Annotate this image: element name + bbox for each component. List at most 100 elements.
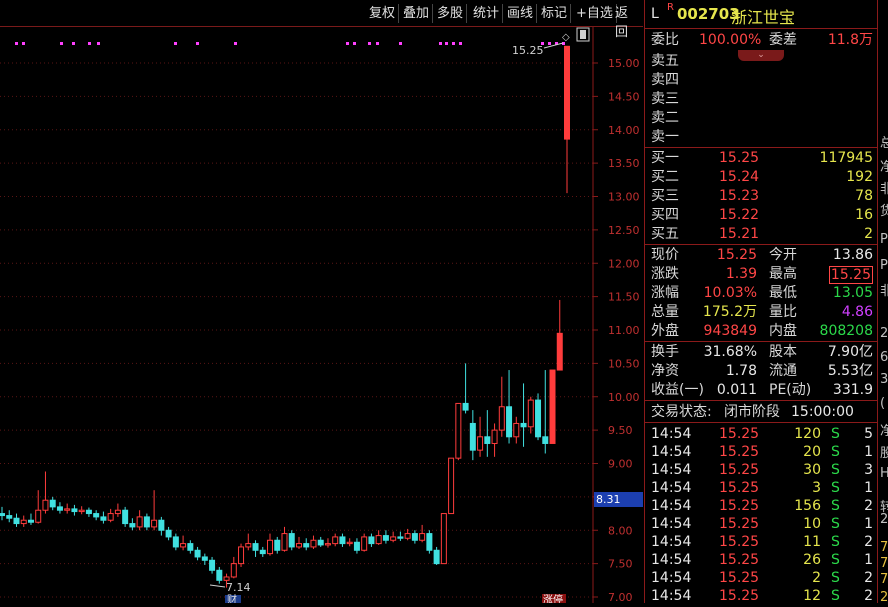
candle-body[interactable] [564, 45, 570, 140]
candle-body[interactable] [114, 509, 121, 515]
weicha-label: 委差 [769, 32, 797, 48]
candle-body[interactable] [368, 536, 375, 545]
candle-body[interactable] [259, 549, 266, 555]
candle-body[interactable] [346, 541, 353, 545]
candle-body[interactable] [6, 515, 13, 519]
diamond-icon[interactable]: ◇ [562, 32, 570, 43]
candle-body[interactable] [42, 499, 49, 511]
candle-body[interactable] [462, 402, 469, 411]
candle-body[interactable] [165, 529, 172, 538]
candle-body[interactable] [411, 533, 418, 541]
candle-body[interactable] [172, 536, 179, 548]
overlay-button[interactable]: 叠加 [400, 4, 434, 23]
candle-body[interactable] [397, 536, 404, 539]
candle-body[interactable] [491, 429, 498, 444]
candle-body[interactable] [180, 543, 187, 548]
candle-body[interactable] [332, 536, 339, 545]
candle-body[interactable] [339, 536, 346, 545]
multi-stock-button[interactable]: 多股 [434, 4, 468, 23]
candle-body[interactable] [317, 539, 324, 546]
candle-body[interactable] [404, 533, 411, 539]
candle-body[interactable] [129, 523, 136, 528]
candle-body[interactable] [361, 536, 368, 551]
candle-body[interactable] [448, 457, 455, 515]
candle-body[interactable] [252, 543, 259, 551]
candle-body[interactable] [498, 406, 505, 431]
candle-body[interactable] [288, 533, 295, 548]
candle-body[interactable] [136, 516, 143, 528]
candle-body[interactable] [556, 332, 563, 371]
candle-body[interactable] [426, 533, 433, 551]
candle-body[interactable] [100, 516, 107, 521]
candle-body[interactable] [477, 436, 484, 451]
candle-body[interactable] [122, 509, 129, 525]
candle-body[interactable] [0, 513, 5, 517]
candle-body[interactable] [455, 402, 462, 459]
candle-body[interactable] [310, 539, 317, 548]
candle-body[interactable] [78, 509, 85, 513]
y-axis-tick-label: 10.00 [608, 391, 640, 404]
back-button[interactable]: 返回 [612, 4, 643, 40]
tick-trade-row: 14:54 15.25 10 S 1 [645, 515, 877, 534]
kline-chart-svg[interactable]: 15.00 14.50 14.00 13.50 13.00 12.50 12.00 11.50… [0, 27, 643, 606]
candle-body[interactable] [35, 509, 42, 523]
candle-body[interactable] [433, 549, 440, 565]
candle-body[interactable] [20, 519, 27, 525]
candle-body[interactable] [549, 369, 556, 444]
candle-body[interactable] [295, 543, 302, 548]
add-favorite-button[interactable]: +自选 [573, 4, 617, 23]
sell-2-row: 卖二 [651, 110, 679, 126]
candle-body[interactable] [382, 535, 389, 541]
candle-body[interactable] [238, 546, 245, 565]
candle-body[interactable] [56, 506, 63, 511]
candle-body[interactable] [419, 533, 426, 541]
candle-body[interactable] [187, 543, 194, 551]
limit-up-marker[interactable]: 涨停 [543, 593, 563, 606]
candle-body[interactable] [303, 543, 310, 548]
finance-event-marker[interactable]: 财 [227, 593, 237, 606]
kline-chart[interactable]: 15.00 14.50 14.00 13.50 13.00 12.50 12.00 11.50… [0, 27, 643, 606]
trade-count: 3 [864, 462, 873, 478]
candle-body[interactable] [513, 422, 520, 438]
candle-body[interactable] [64, 508, 71, 511]
candle-body[interactable] [93, 513, 100, 518]
candle-body[interactable] [390, 536, 397, 541]
tick-trade-row: 14:54 15.25 26 S 1 [645, 551, 877, 570]
candle-body[interactable] [230, 563, 237, 578]
candle-body[interactable] [216, 569, 223, 581]
candle-body[interactable] [440, 513, 447, 565]
candle-body[interactable] [375, 535, 382, 545]
candle-body[interactable] [201, 556, 208, 561]
candle-body[interactable] [49, 499, 56, 508]
buy-3-row: 买三 15.23 78 [651, 188, 873, 204]
candle-body[interactable] [527, 399, 534, 428]
mark-button[interactable]: 标记 [538, 4, 572, 23]
candle-body[interactable] [469, 422, 476, 451]
candle-body[interactable] [324, 543, 331, 546]
candle-body[interactable] [194, 549, 201, 558]
restore-rights-button[interactable]: 复权 [366, 4, 400, 23]
candle-body[interactable] [158, 519, 165, 531]
candle-body[interactable] [484, 436, 491, 444]
candle-body[interactable] [71, 508, 78, 513]
candle-body[interactable] [151, 519, 158, 528]
candle-body[interactable] [542, 436, 549, 444]
candle-body[interactable] [27, 519, 34, 523]
buy-4-row: 买四 15.22 16 [651, 207, 873, 223]
candle-body[interactable] [520, 422, 527, 428]
candle-body[interactable] [143, 516, 150, 528]
candle-body[interactable] [107, 513, 114, 521]
candle-body[interactable] [353, 541, 360, 551]
statistics-button[interactable]: 统计 [470, 4, 504, 23]
candle-body[interactable] [274, 539, 281, 551]
candle-body[interactable] [535, 399, 542, 438]
candle-body[interactable] [223, 576, 230, 581]
candle-body[interactable] [13, 517, 20, 525]
candle-body[interactable] [281, 533, 288, 551]
candle-body[interactable] [267, 539, 274, 555]
candle-body[interactable] [85, 509, 92, 515]
candle-body[interactable] [245, 543, 252, 548]
candle-body[interactable] [506, 406, 513, 438]
candle-body[interactable] [209, 559, 216, 571]
draw-line-button[interactable]: 画线 [504, 4, 538, 23]
